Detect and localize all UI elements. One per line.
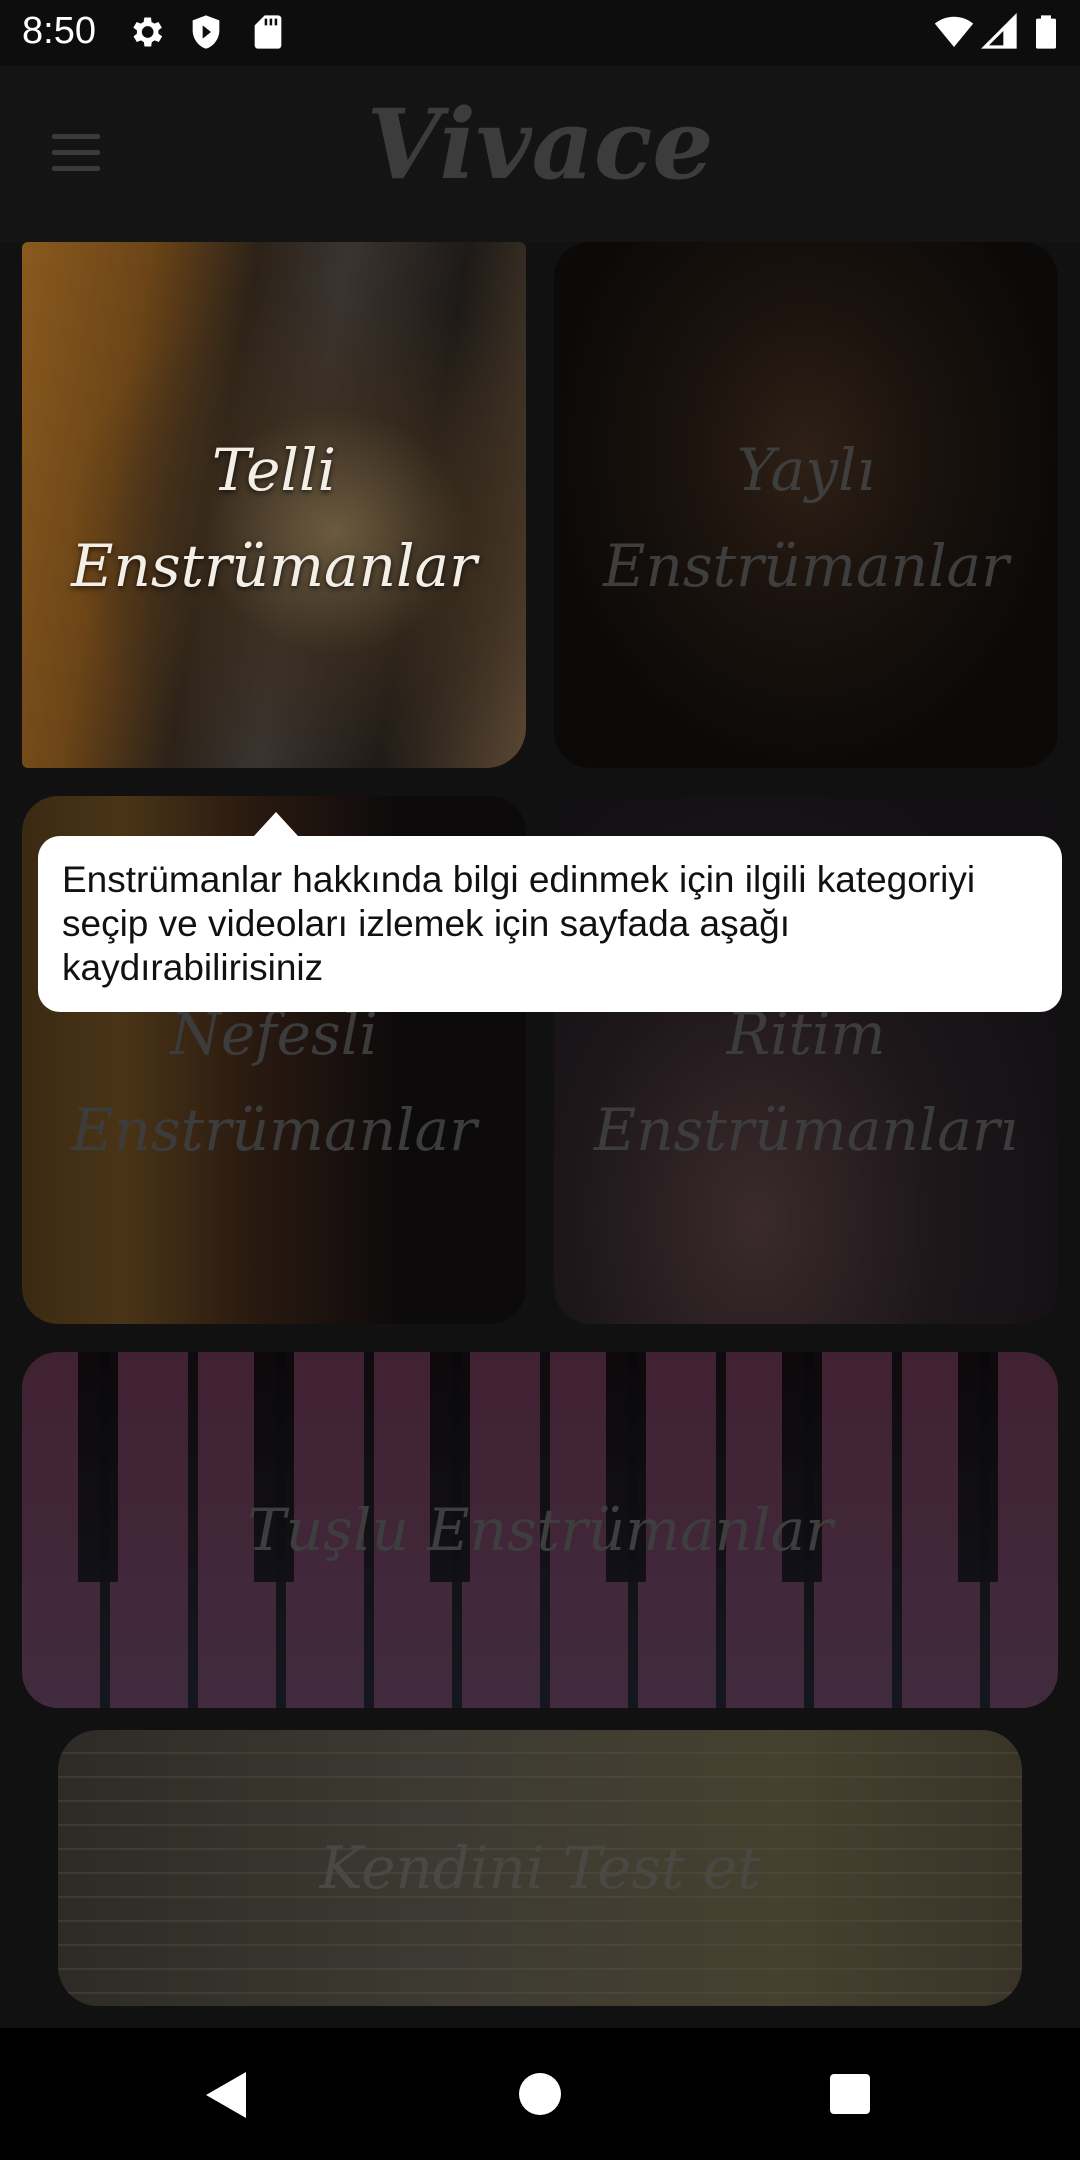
self-test-card[interactable]: Kendini Test et xyxy=(58,1730,1022,2006)
category-card-tuslu[interactable]: Tuşlu Enstrümanlar xyxy=(22,1352,1058,1708)
back-icon[interactable] xyxy=(206,2072,246,2118)
settings-icon xyxy=(133,17,163,47)
category-label: Ritim Enstrümanları xyxy=(593,1000,1019,1164)
sd-card-icon xyxy=(254,15,282,49)
category-card-telli[interactable]: Telli Enstrümanlar xyxy=(22,242,526,768)
category-card-yayli[interactable]: Yaylı Enstrümanlar xyxy=(554,242,1058,768)
category-label: Nefesli Enstrümanlar xyxy=(71,1000,477,1164)
navigation-bar xyxy=(0,2028,1080,2160)
hamburger-menu-icon[interactable] xyxy=(44,120,108,184)
app-bar: Vivace xyxy=(0,66,1080,242)
status-time: 8:50 xyxy=(22,10,96,52)
category-label: Tuşlu Enstrümanlar xyxy=(247,1496,833,1564)
onboarding-tooltip[interactable]: Enstrümanlar hakkında bilgi edinmek için… xyxy=(38,836,1062,1012)
self-test-label: Kendini Test et xyxy=(319,1834,761,1902)
shield-icon xyxy=(192,15,220,49)
tooltip-arrow xyxy=(254,812,298,836)
tooltip-text: Enstrümanlar hakkında bilgi edinmek için… xyxy=(62,859,976,988)
home-icon[interactable] xyxy=(519,2073,561,2115)
status-bar: 8:50 xyxy=(0,0,1080,66)
category-label: Telli Enstrümanlar xyxy=(71,436,477,600)
app-title: Vivace xyxy=(366,88,714,201)
category-label: Yaylı Enstrümanlar xyxy=(603,436,1009,600)
battery-icon xyxy=(1036,15,1056,49)
wifi-icon xyxy=(934,16,974,47)
signal-icon xyxy=(980,12,1017,49)
recents-icon[interactable] xyxy=(830,2074,870,2114)
